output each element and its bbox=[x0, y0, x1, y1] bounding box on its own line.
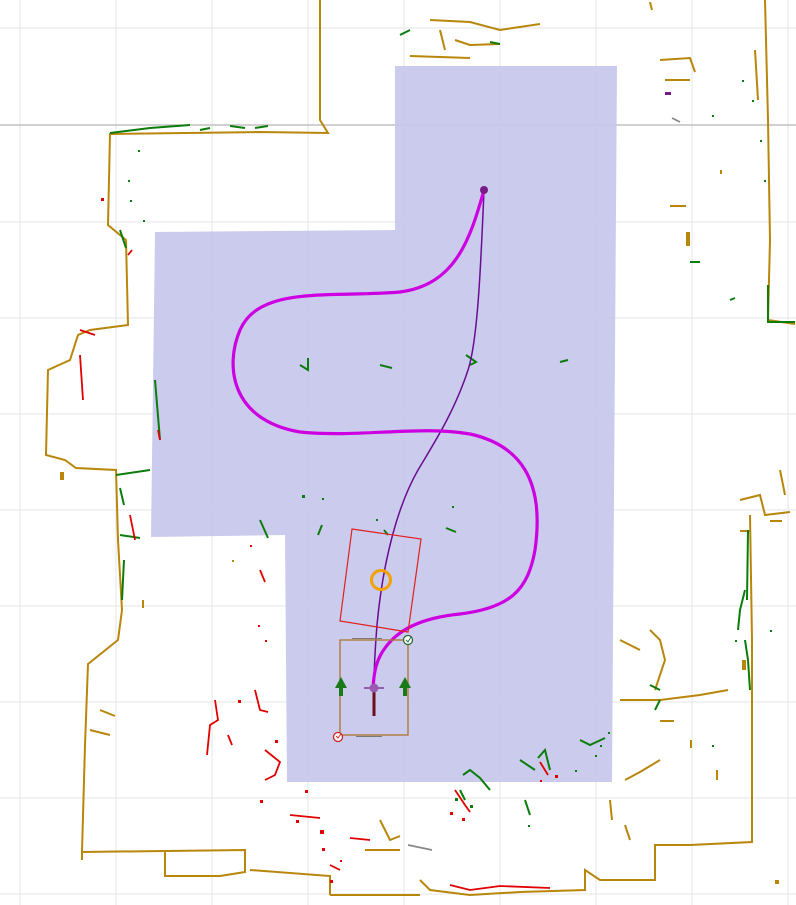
wheel-marker-green-icon bbox=[402, 634, 414, 646]
goal-dot-icon[interactable] bbox=[480, 186, 488, 194]
robot-center-icon[interactable] bbox=[369, 683, 379, 693]
map-svg[interactable] bbox=[0, 0, 796, 905]
obstacles-purple bbox=[665, 92, 671, 95]
free-space-region bbox=[151, 66, 617, 782]
map-canvas[interactable] bbox=[0, 0, 796, 905]
wheel-marker-red-icon bbox=[332, 731, 344, 743]
